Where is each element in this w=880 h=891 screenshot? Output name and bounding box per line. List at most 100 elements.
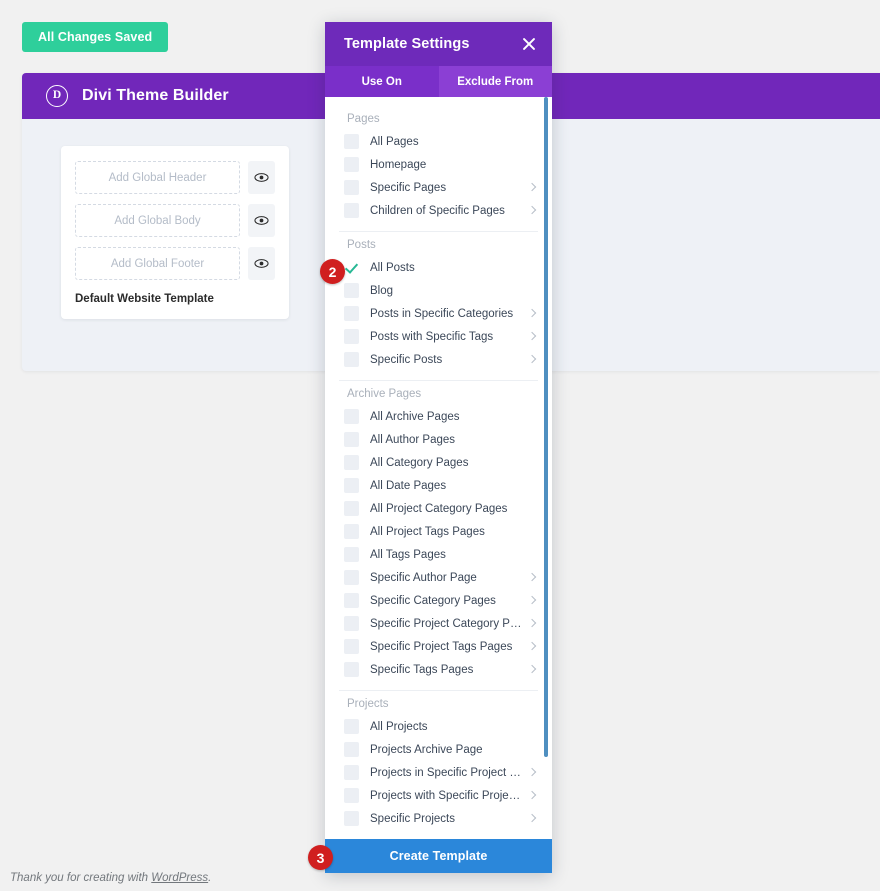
checkbox-icon[interactable] [344, 432, 359, 447]
chevron-right-icon[interactable] [529, 354, 538, 366]
option-row[interactable]: Specific Project Tags Pages [325, 635, 552, 658]
global-header-row: Add Global Header [75, 161, 275, 194]
checkbox-icon[interactable] [344, 306, 359, 321]
checkbox-icon[interactable] [344, 662, 359, 677]
tab-exclude-from[interactable]: Exclude From [439, 66, 553, 97]
tab-use-on[interactable]: Use On [325, 66, 439, 97]
divi-logo-icon: D [46, 85, 68, 107]
close-icon[interactable] [520, 35, 538, 53]
options-scroll-area[interactable]: Pages All Pages Homepage Specific Pages Chil… [325, 97, 552, 839]
option-row[interactable]: All Project Tags Pages [325, 520, 552, 543]
checkbox-icon[interactable] [344, 719, 359, 734]
option-row[interactable]: Posts in Specific Categories [325, 302, 552, 325]
option-row[interactable]: All Project Category Pages [325, 497, 552, 520]
checkbox-icon[interactable] [344, 501, 359, 516]
chevron-right-icon[interactable] [529, 641, 538, 653]
checkbox-icon[interactable] [344, 329, 359, 344]
option-row[interactable]: All Category Pages [325, 451, 552, 474]
option-row[interactable]: Specific Category Pages [325, 589, 552, 612]
default-template-card[interactable]: Add Global Header Add Global Body Add Gl… [61, 146, 289, 319]
eye-icon [254, 259, 269, 268]
option-row[interactable]: All Author Pages [325, 428, 552, 451]
option-label: Projects in Specific Project Cate... [370, 766, 525, 779]
checkbox-icon[interactable] [344, 409, 359, 424]
chevron-right-icon[interactable] [529, 572, 538, 584]
checkbox-icon[interactable] [344, 352, 359, 367]
modal-scrollbar[interactable] [544, 97, 550, 839]
option-row[interactable]: All Posts [325, 256, 552, 279]
global-body-visibility-button[interactable] [248, 204, 275, 237]
template-settings-modal: Template Settings Use On Exclude From Pa… [325, 22, 552, 873]
option-label: Posts with Specific Tags [370, 330, 494, 343]
option-label: Specific Author Page [370, 571, 477, 584]
chevron-right-icon[interactable] [529, 182, 538, 194]
checkbox-checked-icon[interactable] [344, 260, 359, 275]
wordpress-link[interactable]: WordPress [151, 872, 208, 884]
add-global-body-slot[interactable]: Add Global Body [75, 204, 240, 237]
option-row[interactable]: All Date Pages [325, 474, 552, 497]
option-row[interactable]: Specific Posts [325, 348, 552, 371]
option-row[interactable]: Blog [325, 279, 552, 302]
option-row[interactable]: Specific Author Page [325, 566, 552, 589]
checkbox-icon[interactable] [344, 455, 359, 470]
option-label: All Author Pages [370, 433, 456, 446]
checkbox-icon[interactable] [344, 616, 359, 631]
checkbox-icon[interactable] [344, 570, 359, 585]
checkbox-icon[interactable] [344, 547, 359, 562]
chevron-right-icon[interactable] [529, 331, 538, 343]
option-label: Specific Posts [370, 353, 443, 366]
checkbox-icon[interactable] [344, 742, 359, 757]
global-footer-row: Add Global Footer [75, 247, 275, 280]
option-row[interactable]: Posts with Specific Tags [325, 325, 552, 348]
option-row[interactable]: All Tags Pages [325, 543, 552, 566]
add-global-footer-slot[interactable]: Add Global Footer [75, 247, 240, 280]
wordpress-credit-footer: Thank you for creating with WordPress. [10, 872, 211, 884]
checkbox-icon[interactable] [344, 283, 359, 298]
checkbox-icon[interactable] [344, 524, 359, 539]
option-row[interactable]: All Archive Pages [325, 405, 552, 428]
all-changes-saved-button[interactable]: All Changes Saved [22, 22, 169, 52]
checkbox-icon[interactable] [344, 788, 359, 803]
checkbox-icon[interactable] [344, 765, 359, 780]
checkbox-icon[interactable] [344, 478, 359, 493]
checkbox-icon[interactable] [344, 811, 359, 826]
option-row[interactable]: All Projects [325, 715, 552, 738]
chevron-right-icon[interactable] [529, 790, 538, 802]
checkbox-icon[interactable] [344, 157, 359, 172]
checkbox-icon[interactable] [344, 180, 359, 195]
global-footer-visibility-button[interactable] [248, 247, 275, 280]
option-row[interactable]: Specific Tags Pages [325, 658, 552, 681]
checkbox-icon[interactable] [344, 639, 359, 654]
chevron-right-icon[interactable] [529, 767, 538, 779]
option-row[interactable]: All Pages [325, 130, 552, 153]
option-row[interactable]: Projects Archive Page [325, 738, 552, 761]
option-label: All Pages [370, 135, 419, 148]
checkbox-icon[interactable] [344, 203, 359, 218]
option-row[interactable]: Projects with Specific Project T... [325, 784, 552, 807]
option-row[interactable]: Specific Project Category Pages [325, 612, 552, 635]
chevron-right-icon[interactable] [529, 618, 538, 630]
option-label: All Date Pages [370, 479, 447, 492]
checkbox-icon[interactable] [344, 134, 359, 149]
chevron-right-icon[interactable] [529, 205, 538, 217]
option-row[interactable]: Homepage [325, 153, 552, 176]
add-global-header-slot[interactable]: Add Global Header [75, 161, 240, 194]
modal-scrollbar-thumb[interactable] [544, 97, 548, 757]
global-header-visibility-button[interactable] [248, 161, 275, 194]
checkbox-icon[interactable] [344, 593, 359, 608]
chevron-right-icon[interactable] [529, 595, 538, 607]
chevron-right-icon[interactable] [529, 813, 538, 825]
add-global-body-label: Add Global Body [114, 214, 201, 227]
option-row[interactable]: Specific Pages [325, 176, 552, 199]
option-row[interactable]: Children of Specific Pages [325, 199, 552, 222]
chevron-right-icon[interactable] [529, 664, 538, 676]
eye-icon [254, 173, 269, 182]
option-label: All Project Tags Pages [370, 525, 485, 538]
chevron-right-icon[interactable] [529, 308, 538, 320]
option-row[interactable]: Projects in Specific Project Cate... [325, 761, 552, 784]
option-label: All Posts [370, 261, 415, 274]
option-label: Specific Project Category Pages [370, 617, 525, 630]
option-label: Specific Pages [370, 181, 447, 194]
option-row[interactable]: Specific Projects [325, 807, 552, 830]
create-template-button[interactable]: Create Template [325, 839, 552, 873]
